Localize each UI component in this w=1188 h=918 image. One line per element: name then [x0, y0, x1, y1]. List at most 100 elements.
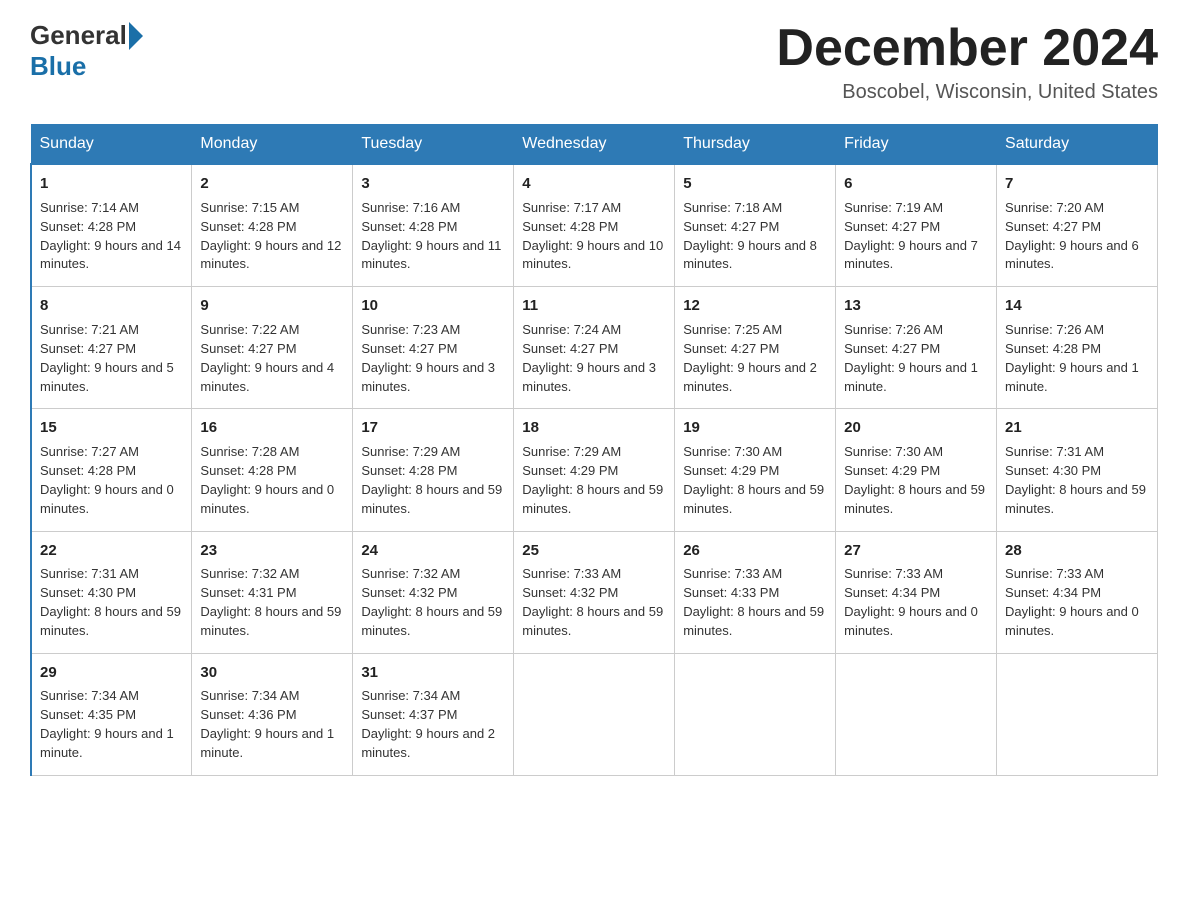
day-cell: 13 Sunrise: 7:26 AMSunset: 4:27 PMDaylig… [836, 287, 997, 409]
day-cell: 10 Sunrise: 7:23 AMSunset: 4:27 PMDaylig… [353, 287, 514, 409]
day-info: Sunrise: 7:30 AMSunset: 4:29 PMDaylight:… [844, 444, 985, 516]
logo-blue-text: Blue [30, 51, 86, 81]
day-number: 16 [200, 417, 344, 439]
day-cell: 17 Sunrise: 7:29 AMSunset: 4:28 PMDaylig… [353, 409, 514, 531]
day-info: Sunrise: 7:16 AMSunset: 4:28 PMDaylight:… [361, 200, 501, 272]
header-monday: Monday [192, 125, 353, 165]
day-cell: 20 Sunrise: 7:30 AMSunset: 4:29 PMDaylig… [836, 409, 997, 531]
day-number: 25 [522, 540, 666, 562]
day-number: 31 [361, 662, 505, 684]
day-cell: 15 Sunrise: 7:27 AMSunset: 4:28 PMDaylig… [31, 409, 192, 531]
title-section: December 2024 Boscobel, Wisconsin, Unite… [776, 20, 1158, 104]
day-info: Sunrise: 7:30 AMSunset: 4:29 PMDaylight:… [683, 444, 824, 516]
day-cell: 16 Sunrise: 7:28 AMSunset: 4:28 PMDaylig… [192, 409, 353, 531]
day-cell: 29 Sunrise: 7:34 AMSunset: 4:35 PMDaylig… [31, 653, 192, 775]
day-number: 28 [1005, 540, 1149, 562]
day-cell: 22 Sunrise: 7:31 AMSunset: 4:30 PMDaylig… [31, 531, 192, 653]
day-info: Sunrise: 7:17 AMSunset: 4:28 PMDaylight:… [522, 200, 663, 272]
header-sunday: Sunday [31, 125, 192, 165]
calendar-table: SundayMondayTuesdayWednesdayThursdayFrid… [30, 124, 1158, 776]
day-info: Sunrise: 7:33 AMSunset: 4:34 PMDaylight:… [1005, 566, 1139, 638]
day-info: Sunrise: 7:29 AMSunset: 4:29 PMDaylight:… [522, 444, 663, 516]
day-number: 15 [40, 417, 183, 439]
header-friday: Friday [836, 125, 997, 165]
day-cell: 31 Sunrise: 7:34 AMSunset: 4:37 PMDaylig… [353, 653, 514, 775]
day-cell [514, 653, 675, 775]
day-info: Sunrise: 7:22 AMSunset: 4:27 PMDaylight:… [200, 322, 334, 394]
day-info: Sunrise: 7:28 AMSunset: 4:28 PMDaylight:… [200, 444, 334, 516]
day-number: 26 [683, 540, 827, 562]
day-number: 4 [522, 173, 666, 195]
week-row-3: 15 Sunrise: 7:27 AMSunset: 4:28 PMDaylig… [31, 409, 1158, 531]
day-cell: 12 Sunrise: 7:25 AMSunset: 4:27 PMDaylig… [675, 287, 836, 409]
day-info: Sunrise: 7:27 AMSunset: 4:28 PMDaylight:… [40, 444, 174, 516]
day-cell: 26 Sunrise: 7:33 AMSunset: 4:33 PMDaylig… [675, 531, 836, 653]
day-number: 14 [1005, 295, 1149, 317]
day-number: 13 [844, 295, 988, 317]
logo: General Blue [30, 20, 145, 82]
day-info: Sunrise: 7:31 AMSunset: 4:30 PMDaylight:… [40, 566, 181, 638]
calendar-header: SundayMondayTuesdayWednesdayThursdayFrid… [31, 125, 1158, 165]
day-number: 22 [40, 540, 183, 562]
day-info: Sunrise: 7:26 AMSunset: 4:27 PMDaylight:… [844, 322, 978, 394]
day-cell: 4 Sunrise: 7:17 AMSunset: 4:28 PMDayligh… [514, 164, 675, 287]
calendar-body: 1 Sunrise: 7:14 AMSunset: 4:28 PMDayligh… [31, 164, 1158, 775]
day-info: Sunrise: 7:14 AMSunset: 4:28 PMDaylight:… [40, 200, 181, 272]
day-number: 20 [844, 417, 988, 439]
day-cell [997, 653, 1158, 775]
day-info: Sunrise: 7:21 AMSunset: 4:27 PMDaylight:… [40, 322, 174, 394]
logo-arrow-icon [129, 22, 143, 50]
day-number: 7 [1005, 173, 1149, 195]
day-info: Sunrise: 7:34 AMSunset: 4:37 PMDaylight:… [361, 688, 495, 760]
logo-general-text: General [30, 20, 127, 51]
day-cell: 21 Sunrise: 7:31 AMSunset: 4:30 PMDaylig… [997, 409, 1158, 531]
day-number: 9 [200, 295, 344, 317]
day-cell [836, 653, 997, 775]
day-cell [675, 653, 836, 775]
week-row-4: 22 Sunrise: 7:31 AMSunset: 4:30 PMDaylig… [31, 531, 1158, 653]
day-number: 2 [200, 173, 344, 195]
week-row-1: 1 Sunrise: 7:14 AMSunset: 4:28 PMDayligh… [31, 164, 1158, 287]
day-info: Sunrise: 7:25 AMSunset: 4:27 PMDaylight:… [683, 322, 817, 394]
day-number: 12 [683, 295, 827, 317]
week-row-5: 29 Sunrise: 7:34 AMSunset: 4:35 PMDaylig… [31, 653, 1158, 775]
day-cell: 30 Sunrise: 7:34 AMSunset: 4:36 PMDaylig… [192, 653, 353, 775]
day-info: Sunrise: 7:32 AMSunset: 4:32 PMDaylight:… [361, 566, 502, 638]
week-row-2: 8 Sunrise: 7:21 AMSunset: 4:27 PMDayligh… [31, 287, 1158, 409]
day-info: Sunrise: 7:23 AMSunset: 4:27 PMDaylight:… [361, 322, 495, 394]
day-info: Sunrise: 7:34 AMSunset: 4:35 PMDaylight:… [40, 688, 174, 760]
header-row: SundayMondayTuesdayWednesdayThursdayFrid… [31, 125, 1158, 165]
day-info: Sunrise: 7:19 AMSunset: 4:27 PMDaylight:… [844, 200, 978, 272]
day-cell: 25 Sunrise: 7:33 AMSunset: 4:32 PMDaylig… [514, 531, 675, 653]
header-thursday: Thursday [675, 125, 836, 165]
day-info: Sunrise: 7:33 AMSunset: 4:32 PMDaylight:… [522, 566, 663, 638]
day-info: Sunrise: 7:31 AMSunset: 4:30 PMDaylight:… [1005, 444, 1146, 516]
header-wednesday: Wednesday [514, 125, 675, 165]
day-number: 21 [1005, 417, 1149, 439]
day-number: 23 [200, 540, 344, 562]
day-info: Sunrise: 7:24 AMSunset: 4:27 PMDaylight:… [522, 322, 656, 394]
day-cell: 28 Sunrise: 7:33 AMSunset: 4:34 PMDaylig… [997, 531, 1158, 653]
month-title: December 2024 [776, 20, 1158, 77]
day-cell: 1 Sunrise: 7:14 AMSunset: 4:28 PMDayligh… [31, 164, 192, 287]
day-cell: 14 Sunrise: 7:26 AMSunset: 4:28 PMDaylig… [997, 287, 1158, 409]
day-number: 18 [522, 417, 666, 439]
day-info: Sunrise: 7:33 AMSunset: 4:33 PMDaylight:… [683, 566, 824, 638]
day-number: 10 [361, 295, 505, 317]
day-number: 27 [844, 540, 988, 562]
day-cell: 8 Sunrise: 7:21 AMSunset: 4:27 PMDayligh… [31, 287, 192, 409]
day-number: 3 [361, 173, 505, 195]
day-cell: 5 Sunrise: 7:18 AMSunset: 4:27 PMDayligh… [675, 164, 836, 287]
day-cell: 2 Sunrise: 7:15 AMSunset: 4:28 PMDayligh… [192, 164, 353, 287]
day-number: 24 [361, 540, 505, 562]
day-cell: 11 Sunrise: 7:24 AMSunset: 4:27 PMDaylig… [514, 287, 675, 409]
day-number: 29 [40, 662, 183, 684]
day-number: 1 [40, 173, 183, 195]
day-info: Sunrise: 7:20 AMSunset: 4:27 PMDaylight:… [1005, 200, 1139, 272]
day-number: 19 [683, 417, 827, 439]
location-text: Boscobel, Wisconsin, United States [776, 81, 1158, 104]
day-cell: 3 Sunrise: 7:16 AMSunset: 4:28 PMDayligh… [353, 164, 514, 287]
day-info: Sunrise: 7:18 AMSunset: 4:27 PMDaylight:… [683, 200, 817, 272]
header-tuesday: Tuesday [353, 125, 514, 165]
day-info: Sunrise: 7:29 AMSunset: 4:28 PMDaylight:… [361, 444, 502, 516]
